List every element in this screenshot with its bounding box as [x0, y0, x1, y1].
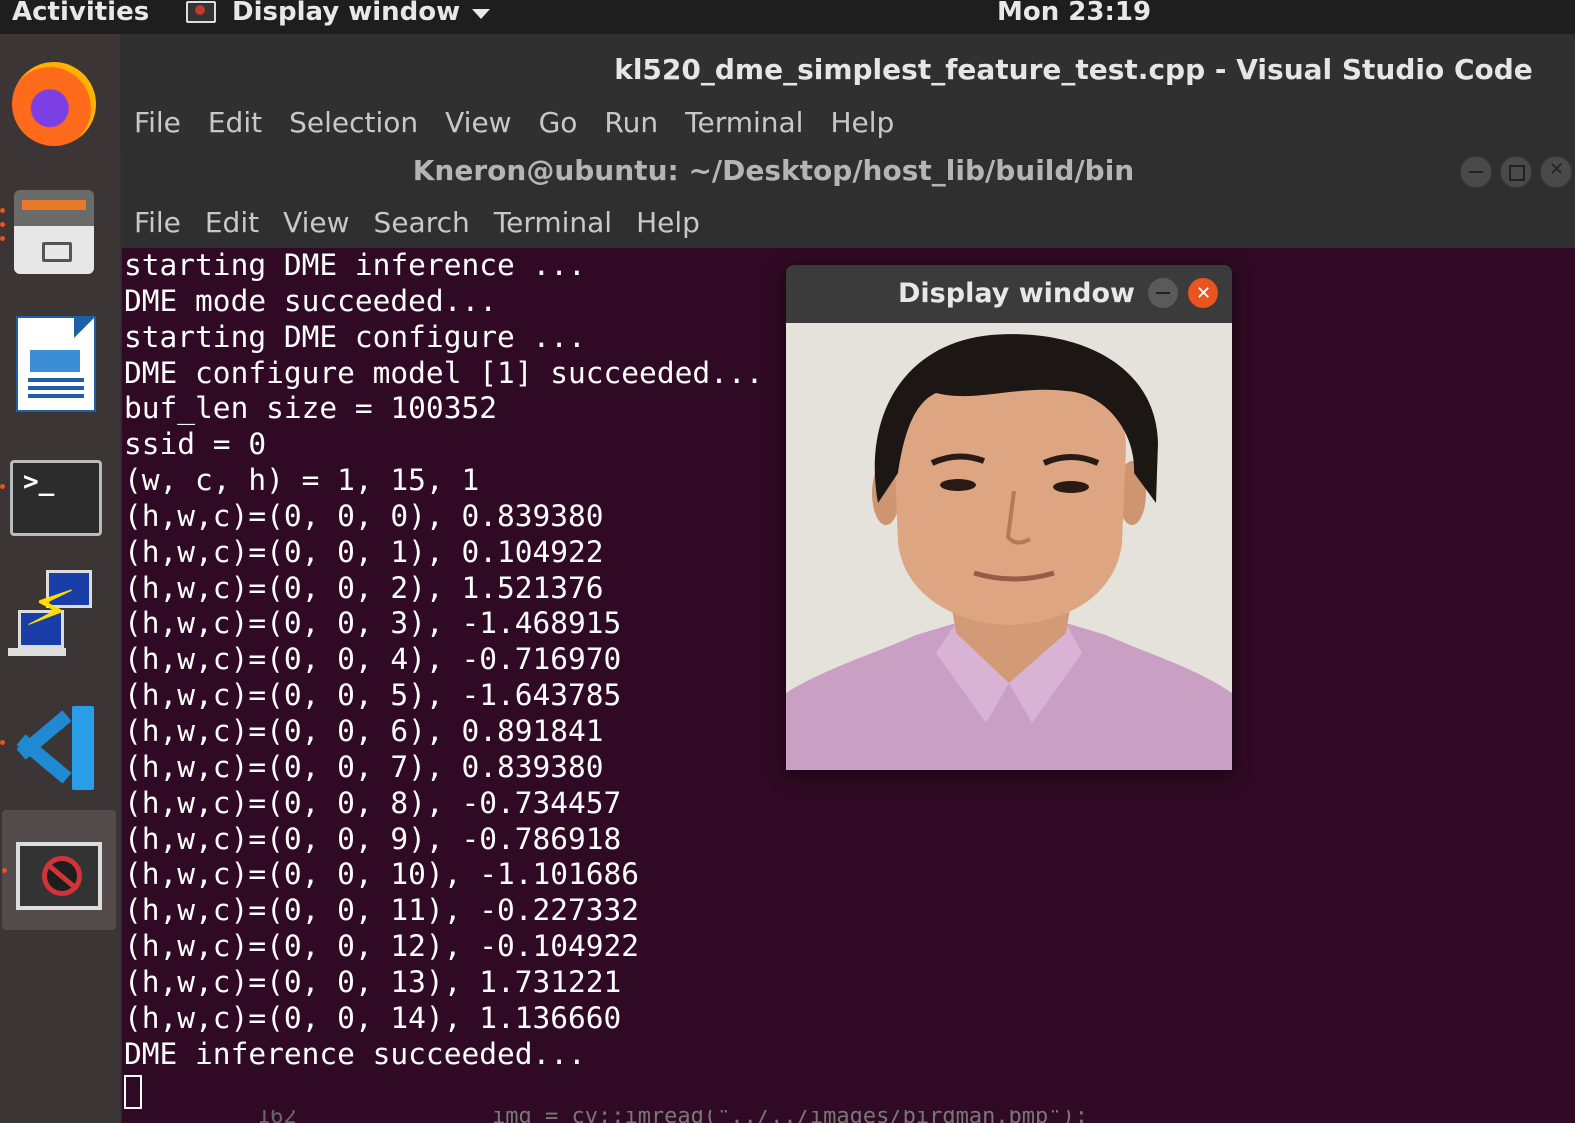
terminal-line: (h,w,c)=(0, 0, 14), 1.136660 [124, 1000, 622, 1035]
dock-item-files[interactable] [0, 168, 120, 288]
portrait-image [786, 323, 1232, 770]
vscode-title-bar[interactable]: kl520_dme_simplest_feature_test.cpp - Vi… [120, 34, 1575, 104]
display-window: Display window [786, 265, 1232, 770]
terminal-line: starting DME configure ... [124, 319, 586, 354]
vscode-menu-go[interactable]: Go [539, 106, 578, 139]
terminal-line: (h,w,c)=(0, 0, 7), 0.839380 [124, 749, 604, 784]
vscode-menu-help[interactable]: Help [830, 106, 894, 139]
dock-item-vscode[interactable] [0, 684, 120, 804]
terminal-line: (h,w,c)=(0, 0, 11), -0.227332 [124, 893, 640, 928]
terminal-line: (h,w,c)=(0, 0, 10), -1.101686 [124, 857, 640, 892]
terminal-line: (h,w,c)=(0, 0, 2), 1.521376 [124, 570, 604, 605]
terminal-line: (h,w,c)=(0, 0, 4), -0.716970 [124, 642, 622, 677]
vscode-editor-peek: 162 img = cv::imread("../../images/birdm… [122, 1110, 1575, 1123]
remote-desktop-icon: ⚡ [8, 568, 100, 660]
terminal-menu-search[interactable]: Search [374, 206, 470, 239]
display-window-small-icon [186, 1, 216, 23]
display-window-title-bar[interactable]: Display window [786, 265, 1232, 323]
minimize-button[interactable] [1460, 156, 1492, 188]
activities-button[interactable]: Activities [12, 0, 149, 27]
editor-line-number: 162 [257, 1110, 297, 1123]
vscode-menu-bar: File Edit Selection View Go Run Terminal… [134, 106, 921, 139]
firefox-icon [12, 62, 96, 146]
editor-code-line: img = cv::imread("../../images/birdman.b… [492, 1110, 1089, 1123]
vscode-menu-view[interactable]: View [445, 106, 511, 139]
portrait-photo [786, 323, 1232, 770]
terminal-title-bar[interactable]: Kneron@ubuntu: ~/Desktop/host_lib/build/… [122, 144, 1575, 198]
display-window-title: Display window [898, 278, 1135, 309]
terminal-line: (h,w,c)=(0, 0, 5), -1.643785 [124, 678, 622, 713]
vscode-menu-run[interactable]: Run [604, 106, 658, 139]
vscode-menu-selection[interactable]: Selection [289, 106, 418, 139]
terminal-lines: starting DME inference ... DME mode succe… [124, 248, 763, 1072]
terminal-line: (h,w,c)=(0, 0, 3), -1.468915 [124, 606, 622, 641]
terminal-line: (h,w,c)=(0, 0, 12), -0.104922 [124, 929, 640, 964]
terminal-line: ssid = 0 [124, 427, 267, 462]
libreoffice-writer-icon [16, 316, 96, 412]
maximize-button[interactable] [1500, 156, 1532, 188]
terminal-line: (h,w,c)=(0, 0, 8), -0.734457 [124, 785, 622, 820]
terminal-menu-terminal[interactable]: Terminal [494, 206, 612, 239]
terminal-line: (w, c, h) = 1, 15, 1 [124, 463, 480, 498]
dock: >_ ⚡ [0, 34, 120, 1123]
terminal-line: (h,w,c)=(0, 0, 0), 0.839380 [124, 498, 604, 533]
terminal-menu-file[interactable]: File [134, 206, 181, 239]
terminal-line: (h,w,c)=(0, 0, 13), 1.731221 [124, 964, 622, 999]
vscode-menu-file[interactable]: File [134, 106, 181, 139]
chevron-down-icon [472, 9, 491, 19]
display-window-app-icon [16, 842, 102, 910]
running-indicator [0, 208, 5, 213]
terminal-menu-bar: File Edit View Search Terminal Help [134, 206, 724, 239]
terminal-menu-help[interactable]: Help [636, 206, 700, 239]
close-button[interactable] [1540, 156, 1572, 188]
terminal-line: DME configure model [1] succeeded... [124, 355, 764, 390]
dock-item-writer[interactable] [0, 288, 120, 412]
vscode-menu-terminal[interactable]: Terminal [685, 106, 803, 139]
dock-item-terminal[interactable]: >_ [0, 428, 120, 548]
terminal-line: (h,w,c)=(0, 0, 9), -0.786918 [124, 821, 622, 856]
app-menu-label: Display window [232, 0, 461, 27]
display-close-button[interactable] [1188, 265, 1218, 323]
terminal-icon: >_ [10, 460, 102, 536]
terminal-line: (h,w,c)=(0, 0, 6), 0.891841 [124, 713, 604, 748]
terminal-menu-edit[interactable]: Edit [205, 206, 259, 239]
running-indicator [2, 868, 7, 873]
terminal-line: starting DME inference ... [124, 248, 586, 282]
terminal-menu-view[interactable]: View [283, 206, 349, 239]
running-indicator [0, 484, 5, 489]
app-menu[interactable]: Display window [186, 0, 491, 27]
files-icon [14, 190, 94, 274]
terminal-line: DME mode succeeded... [124, 283, 497, 318]
vscode-menu-edit[interactable]: Edit [208, 106, 262, 139]
dock-item-firefox[interactable] [0, 34, 120, 154]
display-minimize-button[interactable] [1148, 278, 1178, 308]
dock-item-display-window[interactable] [2, 810, 116, 930]
vscode-icon [10, 704, 96, 790]
running-indicator [0, 236, 5, 241]
vscode-window-title: kl520_dme_simplest_feature_test.cpp - Vi… [614, 53, 1533, 86]
terminal-cursor [124, 1075, 142, 1109]
clock[interactable]: Mon 23:19 [997, 0, 1151, 27]
top-bar: Activities Display window Mon 23:19 [0, 0, 1575, 34]
terminal-line: (h,w,c)=(0, 0, 1), 0.104922 [124, 534, 604, 569]
running-indicator [0, 222, 5, 227]
dock-item-remote[interactable]: ⚡ [0, 548, 120, 668]
running-indicator [0, 740, 5, 745]
terminal-line: buf_len size = 100352 [124, 391, 497, 426]
terminal-line: DME inference succeeded... [124, 1036, 586, 1071]
terminal-window-title: Kneron@ubuntu: ~/Desktop/host_lib/build/… [412, 154, 1135, 187]
